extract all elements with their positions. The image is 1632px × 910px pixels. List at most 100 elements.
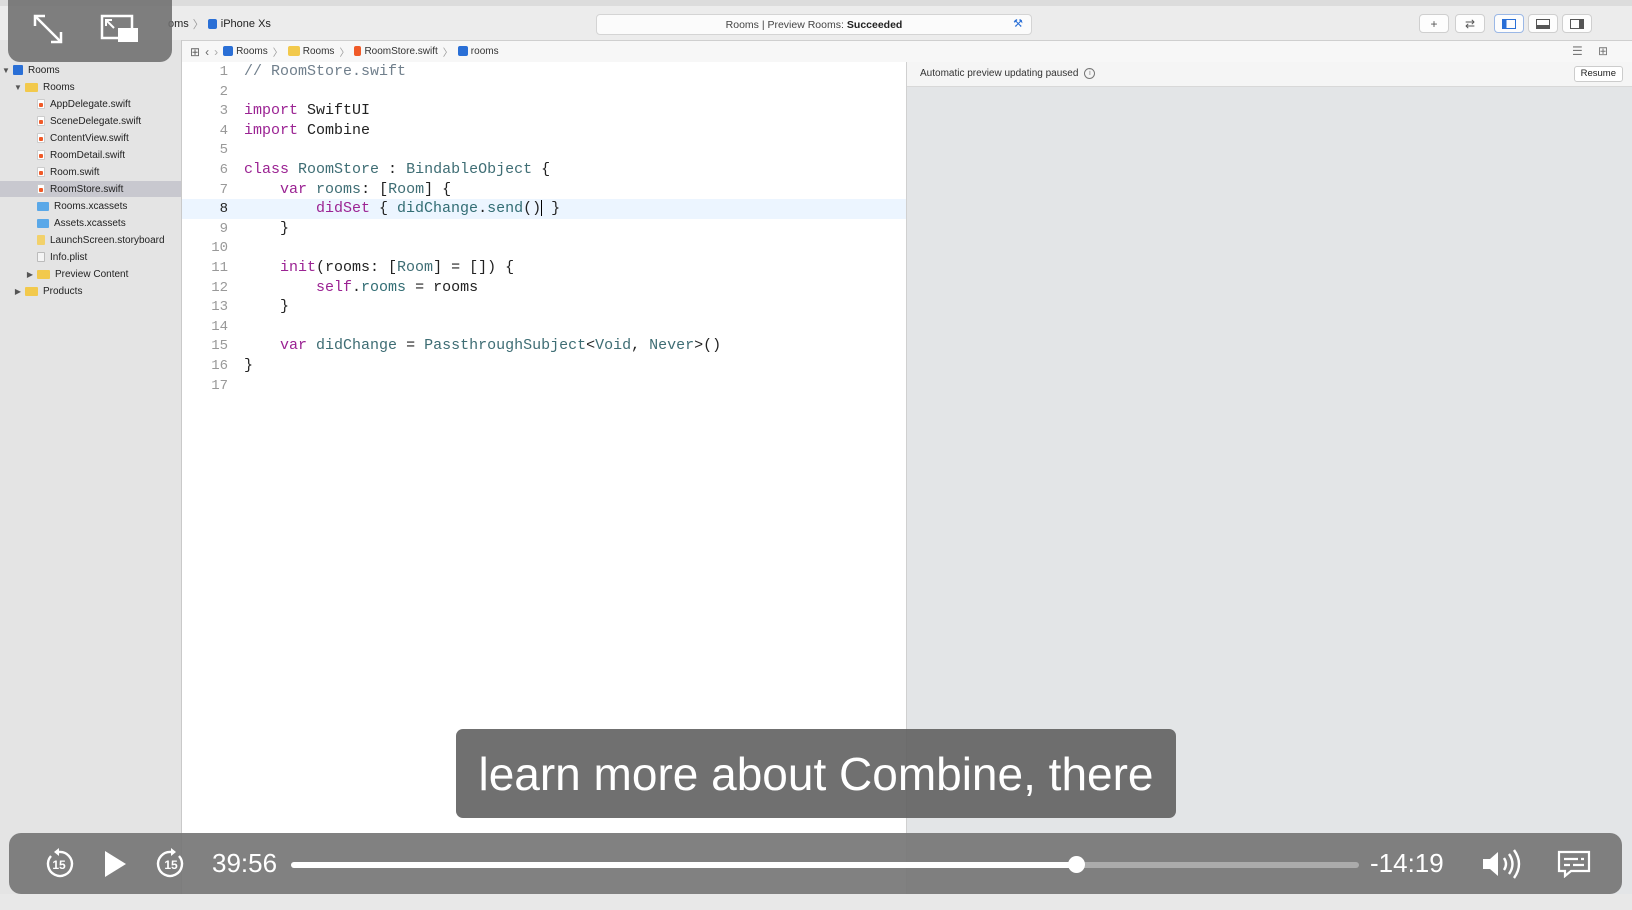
navigator-item-label: RoomDetail.swift <box>50 149 126 161</box>
navigator-item[interactable]: ▼ Rooms <box>0 79 181 95</box>
skip-back-15-icon: 15 <box>46 847 74 877</box>
scheme-selector[interactable]: oms 〉 iPhone Xs <box>168 16 271 32</box>
navigator-item[interactable]: ▶ Products <box>0 283 181 299</box>
swift-file-icon <box>37 184 45 194</box>
navigator-item-label: Rooms.xcassets <box>54 200 128 212</box>
code-line[interactable]: 6 class RoomStore : BindableObject { <box>182 160 906 180</box>
remaining-time: -14:19 <box>1370 848 1444 878</box>
navigator-item-label: Assets.xcassets <box>54 217 126 229</box>
code-text: var didChange = PassthroughSubject<Void,… <box>280 337 722 355</box>
code-line[interactable]: 15 var didChange = PassthroughSubject<Vo… <box>182 336 906 356</box>
navigator-item[interactable]: AppDelegate.swift <box>0 96 181 112</box>
progress-scrubber[interactable] <box>291 856 1359 873</box>
code-line[interactable]: 5 <box>182 140 906 160</box>
add-editor-icon[interactable]: ⊞ <box>1598 44 1608 58</box>
navigator-item[interactable]: ▼ Rooms <box>0 62 181 78</box>
navigator-item[interactable]: RoomStore.swift <box>0 181 181 197</box>
editor-options-icon[interactable]: ☰ <box>1572 44 1583 58</box>
status-prefix: Rooms | Preview Rooms: <box>725 18 844 31</box>
navigator-item[interactable]: SceneDelegate.swift <box>0 113 181 129</box>
navigator-item-label: SceneDelegate.swift <box>50 115 142 127</box>
breadcrumb-symbol[interactable]: rooms <box>457 46 499 57</box>
status-result: Succeeded <box>846 18 903 31</box>
navigator-item[interactable]: Room.swift <box>0 164 181 180</box>
navigator-item[interactable]: ContentView.swift <box>0 130 181 146</box>
subtitles-button[interactable] <box>1551 833 1597 894</box>
scrubber-handle[interactable] <box>1067 856 1085 873</box>
elapsed-time: 39:56 <box>212 848 278 878</box>
code-review-button[interactable]: ⇄ <box>1455 14 1485 33</box>
forward-arrow-icon[interactable]: › <box>214 45 218 59</box>
navigator-item[interactable]: ▶ Preview Content <box>0 266 181 282</box>
toggle-navigator-button[interactable] <box>1494 14 1524 33</box>
info-icon[interactable]: i <box>1084 68 1096 79</box>
navigator-item[interactable]: Info.plist <box>0 249 181 265</box>
line-number: 8 <box>219 201 228 218</box>
skip-forward-15-icon: 15 <box>156 847 184 877</box>
code-line[interactable]: 14 <box>182 317 906 337</box>
code-line[interactable]: 13 } <box>182 297 906 317</box>
code-line[interactable]: 1 // RoomStore.swift <box>182 62 906 82</box>
disclosure-closed-icon[interactable]: ▶ <box>26 270 34 279</box>
skip-back-button[interactable]: 15 <box>37 833 81 894</box>
code-line[interactable]: 16} <box>182 356 906 376</box>
related-items-icon[interactable]: ⊞ <box>190 45 200 59</box>
navigator-item[interactable]: Rooms.xcassets <box>0 198 181 214</box>
breadcrumb-project[interactable]: Rooms <box>223 46 268 57</box>
code-text: } <box>244 219 290 237</box>
code-text: import Combine <box>244 121 371 139</box>
line-number: 13 <box>211 299 228 316</box>
folder-file-icon <box>37 269 50 279</box>
disclosure-open-icon[interactable]: ▼ <box>2 66 10 75</box>
bottom-panel-icon <box>1536 18 1550 29</box>
volume-button[interactable] <box>1479 833 1527 894</box>
folder-icon <box>287 46 300 57</box>
toggle-inspector-button[interactable] <box>1562 14 1592 33</box>
preview-paused-message: Automatic preview updating paused i <box>920 68 1096 79</box>
code-line[interactable]: 10 <box>182 238 906 258</box>
play-button[interactable] <box>93 833 137 894</box>
toggle-debug-area-button[interactable] <box>1528 14 1558 33</box>
code-line[interactable]: 8 didSet { didChange.send() } <box>182 199 906 220</box>
breadcrumb-file[interactable]: RoomStore.swift <box>354 46 438 57</box>
code-line[interactable]: 12 self.rooms = rooms <box>182 278 906 298</box>
pip-overlay <box>8 0 172 62</box>
story-file-icon <box>37 235 45 245</box>
navigator-item-label: Info.plist <box>50 251 88 263</box>
navigator-item[interactable]: Assets.xcassets <box>0 215 181 231</box>
back-arrow-icon[interactable]: ‹ <box>205 45 209 59</box>
swift-file-icon <box>354 46 362 57</box>
skip-forward-button[interactable]: 15 <box>149 833 193 894</box>
code-line[interactable]: 11 init(rooms: [Room] = []) { <box>182 258 906 278</box>
code-line[interactable]: 2 <box>182 82 906 102</box>
chevron-right-icon: 〉 <box>192 19 204 31</box>
breadcrumb-folder[interactable]: Rooms <box>287 46 334 57</box>
picture-in-picture-button[interactable] <box>98 12 142 46</box>
navigator-item-label: LaunchScreen.storyboard <box>50 234 165 246</box>
line-number: 7 <box>219 181 228 198</box>
line-number: 4 <box>219 122 228 139</box>
line-number: 3 <box>219 103 228 120</box>
library-button[interactable]: + <box>1419 14 1449 33</box>
folder-file-icon <box>25 286 38 296</box>
code-text: init(rooms: [Room] = []) { <box>280 259 515 276</box>
build-hammer-icon: ⚒ <box>1013 18 1023 30</box>
navigator-item-label: Rooms <box>43 81 75 93</box>
code-line[interactable]: 9 } <box>182 219 906 239</box>
navigator-item[interactable]: LaunchScreen.storyboard <box>0 232 181 248</box>
code-text: } <box>244 357 254 374</box>
code-line[interactable]: 17 <box>182 376 906 396</box>
resume-button[interactable]: Resume <box>1573 66 1623 82</box>
iphone-icon <box>207 19 217 29</box>
code-line[interactable]: 4 import Combine <box>182 121 906 141</box>
code-text: import SwiftUI <box>244 102 371 120</box>
line-number: 2 <box>219 83 228 100</box>
line-number: 12 <box>211 279 228 296</box>
fullscreen-button[interactable] <box>26 12 70 46</box>
code-line[interactable]: 3 import SwiftUI <box>182 101 906 121</box>
navigator-item[interactable]: RoomDetail.swift <box>0 147 181 163</box>
disclosure-open-icon[interactable]: ▼ <box>14 83 22 92</box>
disclosure-closed-icon[interactable]: ▶ <box>14 287 22 296</box>
scheme-device-name: iPhone Xs <box>220 18 271 30</box>
code-line[interactable]: 7 var rooms: [Room] { <box>182 180 906 200</box>
